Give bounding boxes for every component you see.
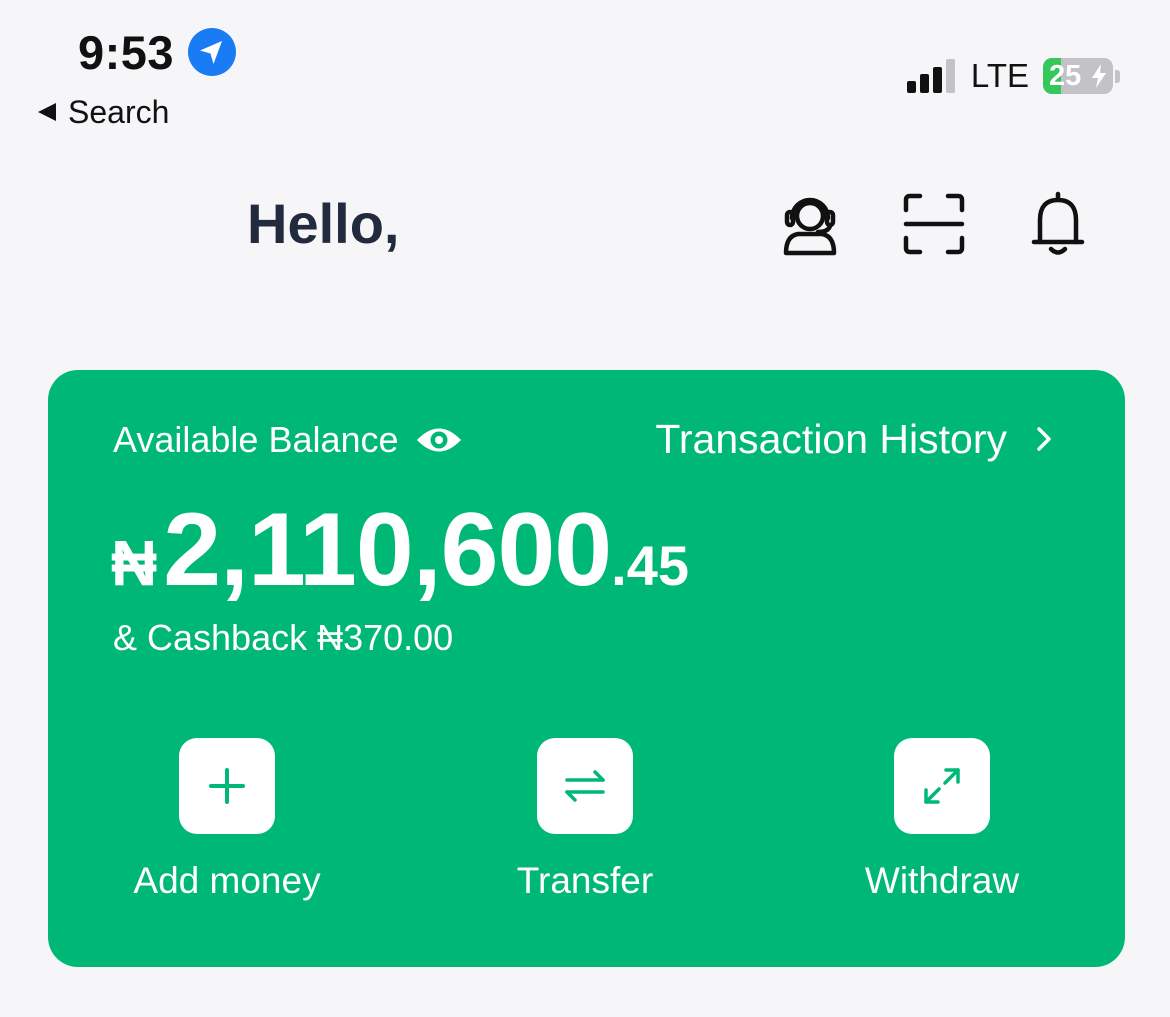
chevron-right-icon <box>1037 427 1051 451</box>
available-balance-label: Available Balance <box>113 419 399 460</box>
bell-icon <box>1031 191 1085 255</box>
signal-strength-icon <box>906 59 955 93</box>
balance-whole: 2,110,600 <box>163 492 612 608</box>
header-actions <box>778 190 1090 258</box>
transfer-arrows-icon <box>565 770 605 802</box>
balance-decimal: .45 <box>611 534 690 597</box>
withdraw-label: Withdraw <box>864 860 1020 901</box>
customer-support-button[interactable] <box>778 190 842 258</box>
back-arrow-icon <box>38 103 56 121</box>
back-search-label: Search <box>68 94 170 130</box>
battery-percent: 25 <box>1049 60 1082 92</box>
battery-icon: 25 <box>1043 58 1113 94</box>
cashback-amount: & Cashback ₦370.00 <box>113 617 454 658</box>
battery-cap <box>1115 69 1120 83</box>
scan-button[interactable] <box>902 190 966 258</box>
withdraw-tile <box>894 738 990 834</box>
transaction-history-link[interactable]: Transaction History <box>655 414 1053 464</box>
transfer-label: Transfer <box>516 860 654 901</box>
add-money-tile <box>179 738 275 834</box>
network-type: LTE <box>970 57 1029 94</box>
withdraw-button[interactable]: Withdraw <box>812 738 1072 904</box>
balance-amount: ₦ 2,110,600 .45 <box>111 490 689 610</box>
transfer-button[interactable]: Transfer <box>455 738 715 904</box>
greeting-title: Hello, <box>247 192 400 255</box>
balance-card: Available Balance Transaction History ₦ … <box>48 370 1125 967</box>
transaction-history-label: Transaction History <box>655 416 1007 462</box>
back-to-search-button[interactable]: Search <box>38 92 169 132</box>
status-indicators: LTE 25 <box>906 56 1120 96</box>
add-money-button[interactable]: Add money <box>97 738 357 904</box>
headset-support-icon <box>783 197 837 256</box>
expand-arrows-icon <box>924 768 960 804</box>
transfer-tile <box>537 738 633 834</box>
balance-label-row: Available Balance <box>113 418 463 462</box>
scan-frame-icon <box>903 193 965 255</box>
add-money-label: Add money <box>133 860 321 901</box>
eye-icon[interactable] <box>415 421 463 459</box>
currency-symbol: ₦ <box>111 527 158 599</box>
location-arrow-icon <box>188 28 236 76</box>
plus-icon <box>209 768 245 804</box>
notifications-button[interactable] <box>1026 190 1090 258</box>
status-time: 9:53 <box>78 26 175 79</box>
charging-bolt-icon <box>1092 64 1106 88</box>
